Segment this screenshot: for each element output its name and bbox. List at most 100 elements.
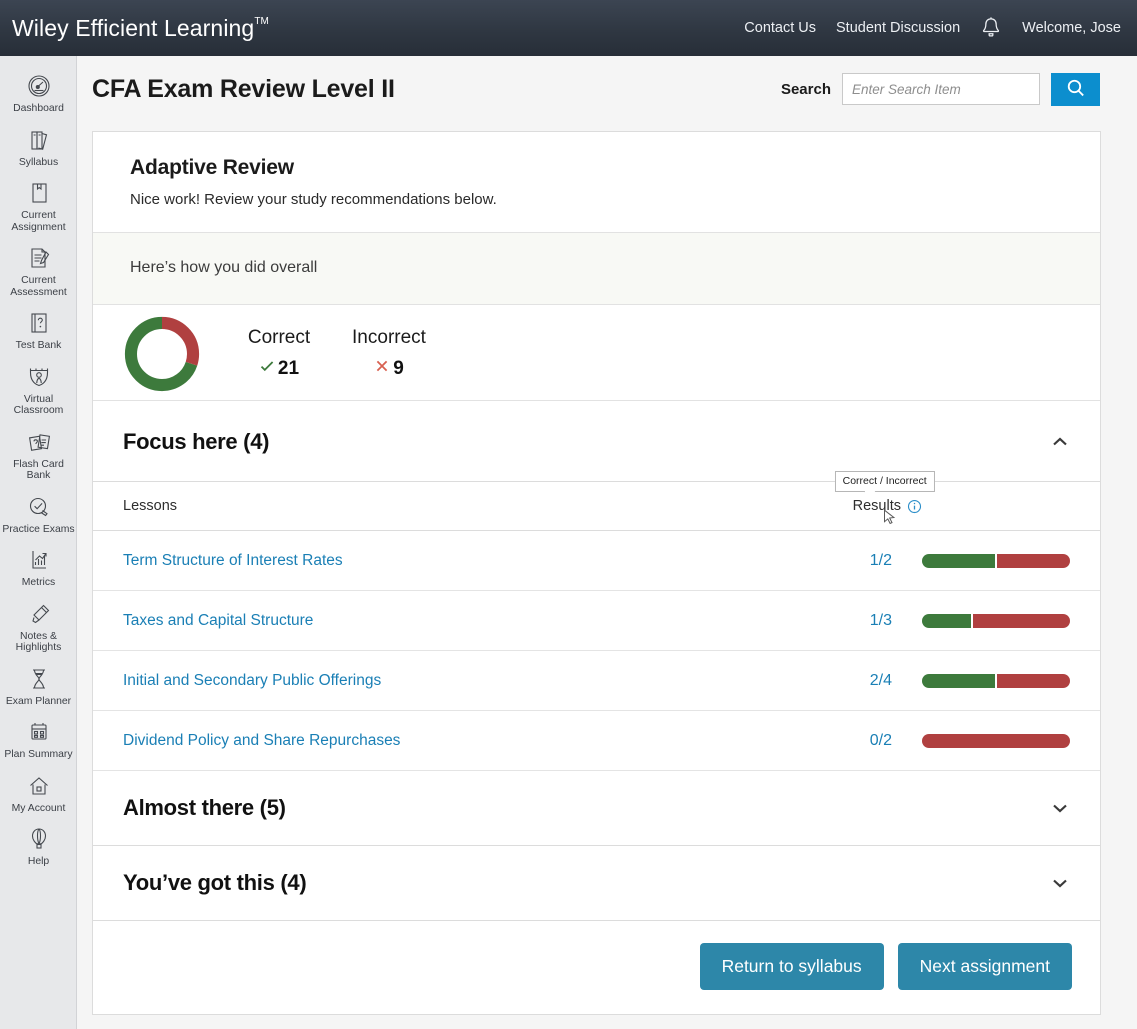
top-navigation: Contact Us Student Discussion Welcome, J…	[744, 16, 1121, 40]
youve-got-this-section-header[interactable]: You’ve got this (4)	[93, 846, 1100, 921]
lesson-result-bar	[922, 613, 1070, 628]
hot-air-balloon-icon	[24, 825, 54, 853]
column-header-lessons: Lessons	[123, 498, 178, 514]
speedometer-icon	[24, 72, 54, 100]
score-legend: Correct 21 Incorrect 9	[239, 327, 429, 380]
almost-there-section-header[interactable]: Almost there (5)	[93, 771, 1100, 846]
sidebar-item-metrics[interactable]: Metrics	[0, 540, 76, 594]
focus-here-title: Focus here (4)	[123, 429, 270, 454]
sidebar-label: Metrics	[21, 577, 56, 588]
sidebar-item-current-assessment[interactable]: Current Assessment	[0, 238, 76, 303]
classroom-person-icon	[24, 363, 54, 391]
page-header: CFA Exam Review Level II Search	[78, 56, 1137, 122]
incorrect-value-row: 9	[349, 358, 429, 380]
notification-bell-icon[interactable]	[980, 16, 1002, 40]
trademark-symbol: TM	[254, 15, 269, 27]
sidebar-label: Practice Exams	[2, 523, 75, 535]
correct-incorrect-donut-chart	[121, 313, 203, 395]
sidebar-item-my-account[interactable]: My Account	[0, 766, 76, 820]
home-icon	[24, 772, 54, 800]
hourglass-icon	[24, 665, 54, 693]
search-button[interactable]	[1051, 72, 1100, 106]
sidebar-label: Test Bank	[15, 340, 62, 351]
search-icon	[1066, 78, 1086, 101]
sidebar-item-exam-planner[interactable]: Exam Planner	[0, 659, 76, 713]
table-row[interactable]: Initial and Secondary Public Offerings 2…	[93, 651, 1100, 711]
cross-icon	[374, 358, 390, 380]
calendar-icon	[24, 718, 54, 746]
sidebar-item-help[interactable]: Help	[0, 819, 76, 873]
sidebar-label: Plan Summary	[4, 749, 73, 760]
left-sidebar: Dashboard Syllabus Current Assignment Cu…	[0, 56, 77, 1029]
bookmarked-book-icon	[24, 179, 54, 207]
highlighter-icon	[24, 600, 54, 628]
sidebar-label: Help	[27, 856, 50, 867]
chevron-up-icon[interactable]	[1050, 435, 1070, 449]
lesson-result-bar	[922, 733, 1070, 748]
check-pencil-icon	[24, 493, 54, 521]
incorrect-label: Incorrect	[352, 327, 426, 348]
results-tooltip: Correct / Incorrect	[834, 471, 935, 492]
lesson-result-bar	[922, 553, 1070, 568]
sidebar-label: Current Assessment	[10, 275, 67, 298]
sidebar-item-test-bank[interactable]: Test Bank	[0, 303, 76, 357]
search-input[interactable]	[842, 73, 1040, 105]
info-circle-icon[interactable]	[907, 499, 922, 514]
sidebar-label: Flash Card Bank	[13, 458, 64, 482]
table-row[interactable]: Dividend Policy and Share Repurchases 0/…	[93, 711, 1100, 771]
search-label: Search	[780, 80, 831, 98]
correct-value: 21	[277, 358, 300, 379]
overall-caption: Here’s how you did overall	[93, 232, 1100, 305]
lesson-link[interactable]: Term Structure of Interest Rates	[123, 552, 343, 570]
welcome-message: Welcome, Jose	[1022, 20, 1121, 36]
overall-score-section: Correct 21 Incorrect 9	[93, 305, 1100, 401]
incorrect-stat: Incorrect 9	[349, 327, 429, 380]
lesson-link[interactable]: Taxes and Capital Structure	[123, 612, 313, 630]
next-assignment-button[interactable]: Next assignment	[897, 943, 1072, 990]
return-to-syllabus-button[interactable]: Return to syllabus	[699, 943, 884, 990]
correct-label: Correct	[247, 327, 311, 348]
incorrect-value: 9	[393, 358, 404, 379]
intro-title: Adaptive Review	[130, 156, 294, 179]
sidebar-label: Virtual Classroom	[13, 393, 64, 417]
sidebar-item-syllabus[interactable]: Syllabus	[0, 120, 76, 174]
sidebar-item-current-assignment[interactable]: Current Assignment	[0, 173, 76, 238]
almost-there-title: Almost there (5)	[123, 795, 286, 820]
chevron-down-icon[interactable]	[1050, 876, 1070, 890]
mouse-cursor-icon	[883, 509, 896, 525]
sidebar-item-dashboard[interactable]: Dashboard	[0, 66, 76, 120]
correct-stat: Correct 21	[239, 327, 319, 380]
document-pen-icon	[24, 244, 54, 272]
question-page-icon	[24, 309, 54, 337]
sidebar-label: My Account	[11, 802, 66, 814]
sidebar-item-virtual-classroom[interactable]: Virtual Classroom	[0, 357, 76, 422]
youve-got-this-title: You’ve got this (4)	[123, 870, 307, 895]
table-row[interactable]: Taxes and Capital Structure 1/3	[93, 591, 1100, 651]
search-area: Search	[780, 72, 1100, 106]
student-discussion-link[interactable]: Student Discussion	[836, 20, 960, 36]
lessons-table-header: Lessons Results Correct / Incorrect	[93, 471, 1100, 531]
check-icon	[259, 358, 275, 380]
sidebar-label: Current Assignment	[11, 210, 66, 233]
column-header-results: Results Correct / Incorrect	[834, 471, 935, 525]
card-footer-actions: Return to syllabus Next assignment	[93, 921, 1100, 1014]
books-icon	[24, 126, 54, 154]
sidebar-label: Notes & Highlights	[15, 630, 62, 654]
bar-chart-icon	[24, 546, 54, 574]
brand-name: Wiley Efficient Learning	[12, 14, 255, 41]
sidebar-item-plan-summary[interactable]: Plan Summary	[0, 712, 76, 766]
lesson-score: 2/4	[869, 671, 892, 689]
contact-us-link[interactable]: Contact Us	[744, 20, 816, 36]
sidebar-item-flash-card-bank[interactable]: Flash Card Bank	[0, 422, 76, 487]
lesson-score: 1/2	[869, 551, 892, 569]
sidebar-label: Syllabus	[18, 156, 59, 168]
lesson-link[interactable]: Initial and Secondary Public Offerings	[123, 672, 381, 690]
sidebar-label: Exam Planner	[5, 695, 72, 707]
chevron-down-icon[interactable]	[1050, 801, 1070, 815]
lesson-link[interactable]: Dividend Policy and Share Repurchases	[123, 732, 400, 750]
sidebar-item-practice-exams[interactable]: Practice Exams	[0, 487, 76, 541]
focus-here-section-header[interactable]: Focus here (4)	[93, 401, 1100, 481]
lesson-score: 1/3	[869, 611, 892, 629]
sidebar-item-notes-highlights[interactable]: Notes & Highlights	[0, 594, 76, 659]
table-row[interactable]: Term Structure of Interest Rates 1/2	[93, 531, 1100, 591]
